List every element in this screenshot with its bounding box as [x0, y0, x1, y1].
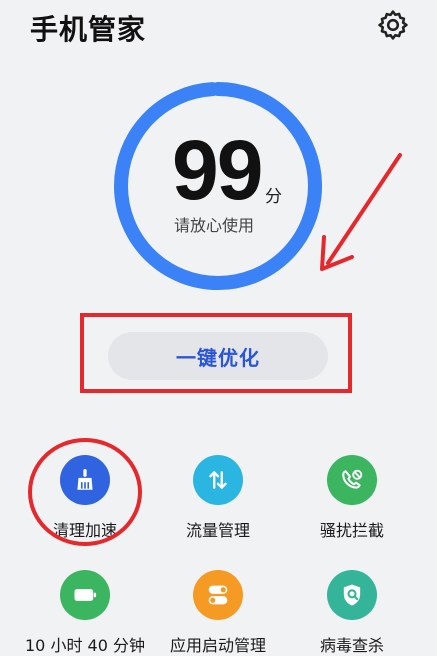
- annotation-arrow: [320, 153, 402, 271]
- tile-harass[interactable]: 骚扰拦截: [282, 455, 422, 541]
- tile-virus[interactable]: 病毒查杀: [282, 570, 422, 656]
- optimize-button[interactable]: 一键优化: [108, 332, 328, 380]
- toggle-icon: [193, 570, 243, 620]
- page-title: 手机管家: [30, 13, 147, 46]
- battery-icon: [60, 570, 110, 620]
- score-unit: 分: [265, 187, 282, 207]
- tile-battery[interactable]: 10 小时 40 分钟: [15, 570, 155, 656]
- tile-traffic[interactable]: 流量管理: [148, 455, 288, 541]
- shield-search-icon: [327, 570, 377, 620]
- tile-label: 流量管理: [185, 521, 250, 540]
- tile-label: 骚扰拦截: [319, 521, 384, 540]
- annotation-circle: [28, 438, 142, 546]
- phone-block-icon: [327, 455, 377, 505]
- tile-label: 应用启动管理: [169, 636, 266, 655]
- data-arrows-icon: [193, 455, 243, 505]
- tile-startup[interactable]: 应用启动管理: [148, 570, 288, 656]
- tile-label: 10 小时 40 分钟: [25, 636, 145, 655]
- score-value: 99: [172, 123, 263, 217]
- score-status: 请放心使用: [174, 216, 255, 235]
- gear-icon[interactable]: [376, 8, 410, 42]
- tile-label: 病毒查杀: [319, 636, 384, 655]
